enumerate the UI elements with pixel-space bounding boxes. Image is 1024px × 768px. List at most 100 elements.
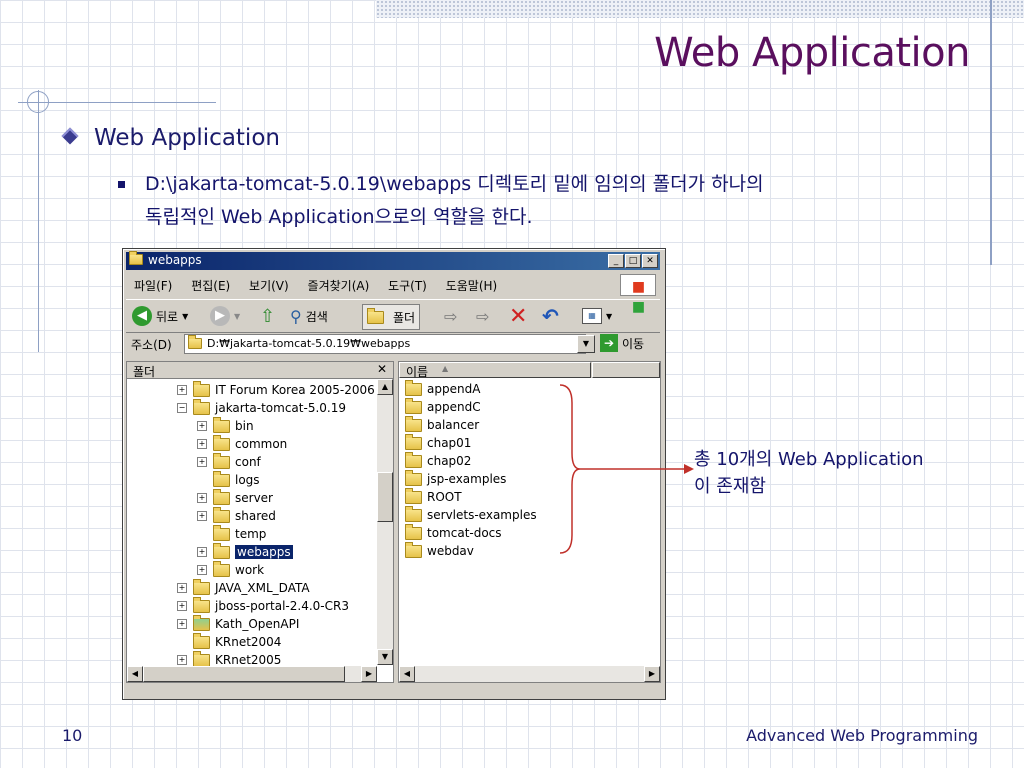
menu-tools[interactable]: 도구(T)	[388, 277, 427, 294]
bullet-level2-line1: D:\jakarta-tomcat-5.0.19\webapps 디렉토리 밑에…	[145, 173, 764, 195]
tree-item-label: jakarta-tomcat-5.0.19	[215, 401, 346, 415]
expand-icon[interactable]: +	[197, 493, 207, 503]
folder-icon	[193, 596, 210, 613]
menu-help[interactable]: 도움말(H)	[446, 277, 498, 294]
tree-item-label: jboss-portal-2.4.0-CR3	[215, 599, 349, 613]
tree-item[interactable]: + JAVA_XML_DATA	[177, 578, 310, 597]
decorative-vertical-line-left	[38, 90, 39, 352]
close-pane-icon[interactable]: ✕	[377, 362, 387, 376]
undo-button[interactable]: ↶	[542, 304, 559, 328]
decorative-vertical-line	[990, 0, 992, 265]
list-item[interactable]: tomcat-docs	[405, 523, 502, 542]
name-column-header[interactable]: 이름 ▲	[399, 362, 591, 379]
folder-icon	[193, 650, 210, 667]
menu-favorites[interactable]: 즐겨찾기(A)	[308, 277, 370, 294]
maximize-button[interactable]: □	[625, 254, 641, 268]
expand-icon[interactable]: +	[177, 619, 187, 629]
expand-icon[interactable]: +	[177, 601, 187, 611]
expand-icon[interactable]: +	[197, 511, 207, 521]
horizontal-scroll-thumb[interactable]	[143, 666, 345, 682]
address-input[interactable]: D:₩jakarta-tomcat-5.0.19₩webapps	[184, 334, 586, 354]
forward-button[interactable]: ▶ ▼	[210, 304, 240, 328]
horizontal-scrollbar[interactable]: ◀ ▶	[399, 666, 660, 682]
menu-file[interactable]: 파일(F)	[134, 277, 172, 294]
tree-item[interactable]: + common	[197, 434, 288, 453]
expand-icon[interactable]: +	[177, 385, 187, 395]
views-button[interactable]: ▦ ▼	[582, 304, 612, 328]
tree-item[interactable]: + shared	[197, 506, 276, 525]
annotation-line1: 총 10개의 Web Application	[694, 449, 924, 470]
back-button-label: 뒤로	[156, 309, 179, 324]
expand-icon[interactable]: +	[197, 547, 207, 557]
tree-item-label: common	[235, 437, 288, 451]
shared-folder-icon	[193, 614, 210, 631]
list-item[interactable]: webdav	[405, 541, 474, 560]
vertical-scrollbar[interactable]: ▲ ▼	[377, 379, 393, 665]
tree-item[interactable]: + work	[197, 560, 264, 579]
bullet-level2-line2: 독립적인 Web Application으로의 역할을 한다.	[145, 206, 533, 228]
expand-icon[interactable]: +	[177, 655, 187, 665]
list-item[interactable]: ROOT	[405, 487, 462, 506]
expand-icon[interactable]: +	[197, 565, 207, 575]
tree-item[interactable]: + conf	[197, 452, 261, 471]
tree-item[interactable]: temp	[197, 524, 266, 543]
tree-item[interactable]: + bin	[197, 416, 254, 435]
expand-icon[interactable]: +	[197, 457, 207, 467]
list-item[interactable]: balancer	[405, 415, 479, 434]
views-icon: ▦	[582, 308, 602, 324]
tree-item[interactable]: KRnet2004	[177, 632, 281, 651]
collapse-icon[interactable]: −	[177, 403, 187, 413]
tree-item[interactable]: + Kath_OpenAPI	[177, 614, 299, 633]
scroll-thumb[interactable]	[377, 472, 393, 522]
window-titlebar[interactable]: webapps _ □ ✕	[126, 251, 660, 270]
chevron-down-icon: ▼	[606, 311, 613, 321]
scroll-left-button[interactable]: ◀	[127, 666, 143, 682]
minimize-button[interactable]: _	[608, 254, 624, 268]
scroll-right-button[interactable]: ▶	[361, 666, 377, 682]
list-item[interactable]: chap02	[405, 451, 471, 470]
scroll-up-button[interactable]: ▲	[377, 379, 393, 395]
next-column-header[interactable]	[592, 362, 660, 378]
move-to-button[interactable]: ⇨	[444, 304, 457, 328]
tree-item[interactable]: + server	[197, 488, 273, 507]
menu-view[interactable]: 보기(V)	[249, 277, 289, 294]
scroll-right-button[interactable]: ▶	[644, 666, 660, 682]
expand-icon[interactable]: +	[197, 439, 207, 449]
file-name: ROOT	[427, 490, 462, 504]
scroll-down-button[interactable]: ▼	[377, 649, 393, 665]
up-folder-button[interactable]: ⇧	[260, 304, 275, 328]
tree-item[interactable]: + jboss-portal-2.4.0-CR3	[177, 596, 349, 615]
folder-icon	[405, 523, 422, 540]
list-item[interactable]: chap01	[405, 433, 471, 452]
list-item[interactable]: appendA	[405, 379, 480, 398]
tree-item-selected[interactable]: + webapps	[197, 542, 293, 561]
tree-item[interactable]: − jakarta-tomcat-5.0.19	[177, 398, 346, 417]
folder-icon	[405, 505, 422, 522]
folder-icon	[193, 578, 210, 595]
folder-icon	[213, 434, 230, 451]
expand-icon[interactable]: +	[177, 583, 187, 593]
bullet-level1: Web Application	[60, 125, 280, 151]
search-button[interactable]: ⚲ 검색	[290, 304, 328, 328]
tree-item[interactable]: logs	[197, 470, 260, 489]
list-item[interactable]: jsp-examples	[405, 469, 506, 488]
list-item[interactable]: servlets-examples	[405, 505, 537, 524]
delete-button[interactable]: ✕	[509, 304, 527, 329]
tree-item[interactable]: + IT Forum Korea 2005-2006	[177, 380, 375, 399]
close-button[interactable]: ✕	[642, 254, 658, 268]
list-item[interactable]: appendC	[405, 397, 481, 416]
back-button[interactable]: ◀ 뒤로 ▼	[132, 304, 188, 328]
horizontal-scrollbar[interactable]: ◀ ▶	[127, 666, 377, 682]
address-value: D:₩jakarta-tomcat-5.0.19₩webapps	[207, 337, 411, 350]
copy-to-button[interactable]: ⇨	[476, 304, 489, 328]
expand-icon[interactable]: +	[197, 421, 207, 431]
address-dropdown-button[interactable]: ▼	[577, 335, 595, 353]
toolbar: ◀ 뒤로 ▼ ▶ ▼ ⇧ ⚲ 검색 폴더 ⇨ ⇨ ✕ ↶ ▦ ▼	[126, 299, 660, 333]
folders-button[interactable]: 폴더	[362, 304, 421, 330]
tree-item-label: conf	[235, 455, 261, 469]
slide-title: Web Application	[654, 30, 970, 76]
go-button[interactable]: ➔ 이동	[600, 334, 644, 352]
page-number: 10	[62, 726, 83, 745]
menu-edit[interactable]: 편집(E)	[191, 277, 230, 294]
scroll-left-button[interactable]: ◀	[399, 666, 415, 682]
